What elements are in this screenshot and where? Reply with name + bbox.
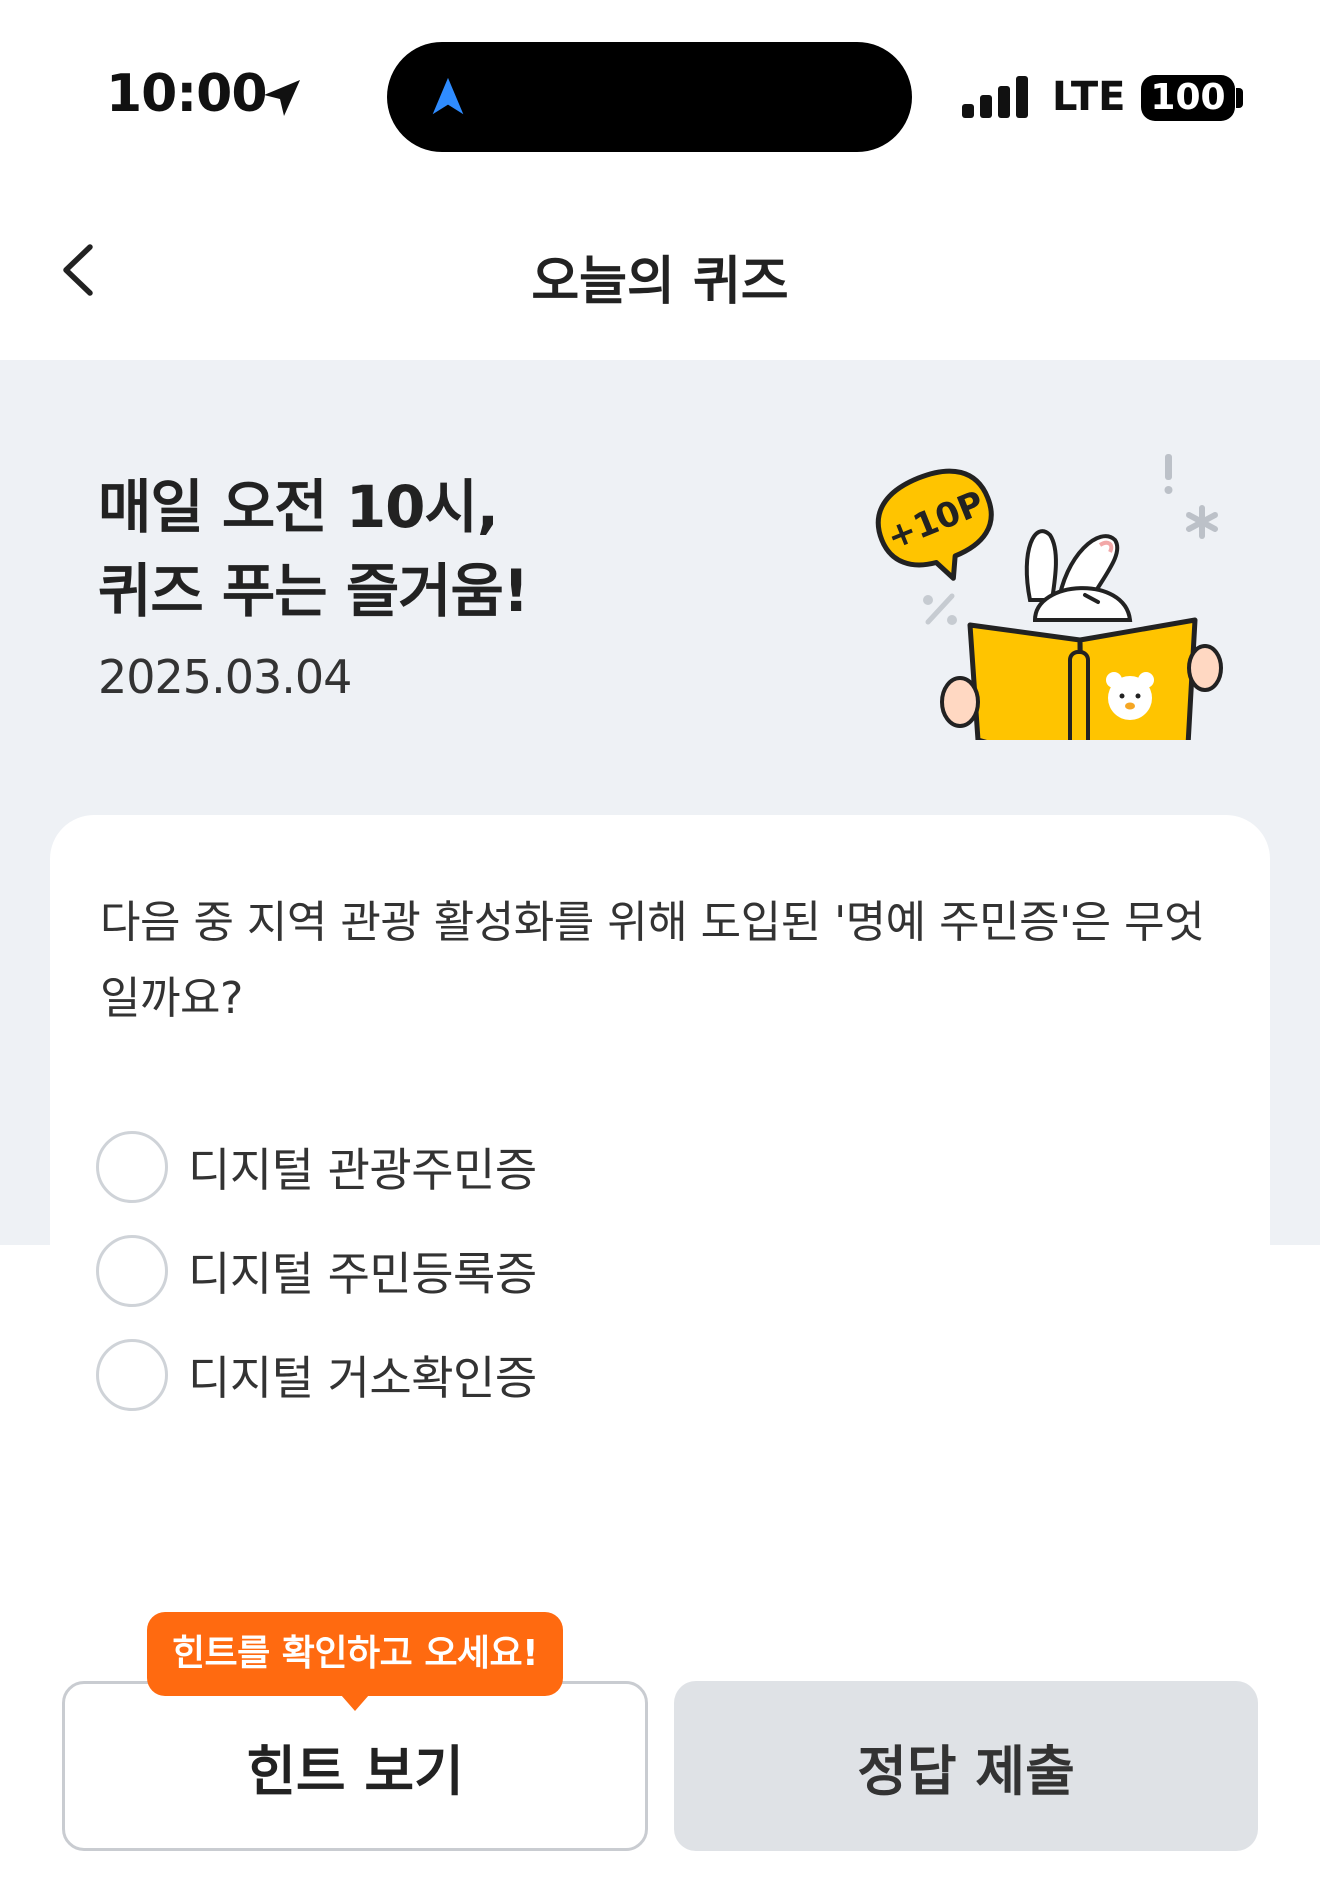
quiz-question: 다음 중 지역 관광 활성화를 위해 도입된 '명예 주민증'은 무엇일까요? <box>100 897 1205 1024</box>
hero-title-line2: 퀴즈 푸는 즐거움! <box>98 557 529 625</box>
network-type: LTE <box>1052 74 1126 120</box>
rabbit-reading-illustration: +10P <box>875 454 1223 740</box>
percent-mark <box>923 593 957 625</box>
hero-title: 매일 오전 10시, 퀴즈 푸는 즐거움! <box>98 465 529 633</box>
page-title: 오늘의 퀴즈 <box>531 252 789 312</box>
points-badge: +10P <box>875 468 994 581</box>
asterisk-mark <box>1186 505 1218 539</box>
option-1[interactable]: 디지털 관광주민증 <box>96 1127 796 1207</box>
option-label: 디지털 주민등록증 <box>188 1247 537 1301</box>
hint-tooltip: 힌트를 확인하고 오세요! <box>147 1612 563 1696</box>
radio-button[interactable] <box>96 1131 168 1203</box>
quiz-page: 10:00 LTE 100 오늘의 퀴즈 매일 오전 10시, 퀴즈 푸는 즐거… <box>0 0 1320 1897</box>
quiz-card: 다음 중 지역 관광 활성화를 위해 도입된 '명예 주민증'은 무엇일까요? … <box>50 815 1270 1515</box>
battery-icon: 100 <box>1141 75 1235 121</box>
submit-answer-button[interactable]: 정답 제출 <box>674 1681 1258 1851</box>
radio-button[interactable] <box>96 1339 168 1411</box>
status-time: 10:00 <box>106 64 268 124</box>
navigation-icon <box>432 77 464 115</box>
quiz-date: 2025.03.04 <box>98 650 352 704</box>
dynamic-island <box>387 42 912 152</box>
location-arrow-icon <box>264 80 300 116</box>
signal-icon <box>962 76 1028 118</box>
option-label: 디지털 관광주민증 <box>188 1143 537 1197</box>
hint-tooltip-tail <box>341 1695 369 1711</box>
hero-title-line1: 매일 오전 10시, <box>98 473 499 541</box>
option-2[interactable]: 디지털 주민등록증 <box>96 1231 796 1311</box>
battery-cap <box>1236 88 1243 108</box>
option-3[interactable]: 디지털 거소확인증 <box>96 1335 796 1415</box>
radio-button[interactable] <box>96 1235 168 1307</box>
option-label: 디지털 거소확인증 <box>188 1351 537 1405</box>
nav-header: 오늘의 퀴즈 <box>0 175 1320 360</box>
status-bar: 10:00 LTE 100 <box>0 0 1320 175</box>
exclamation-mark <box>1164 454 1173 494</box>
